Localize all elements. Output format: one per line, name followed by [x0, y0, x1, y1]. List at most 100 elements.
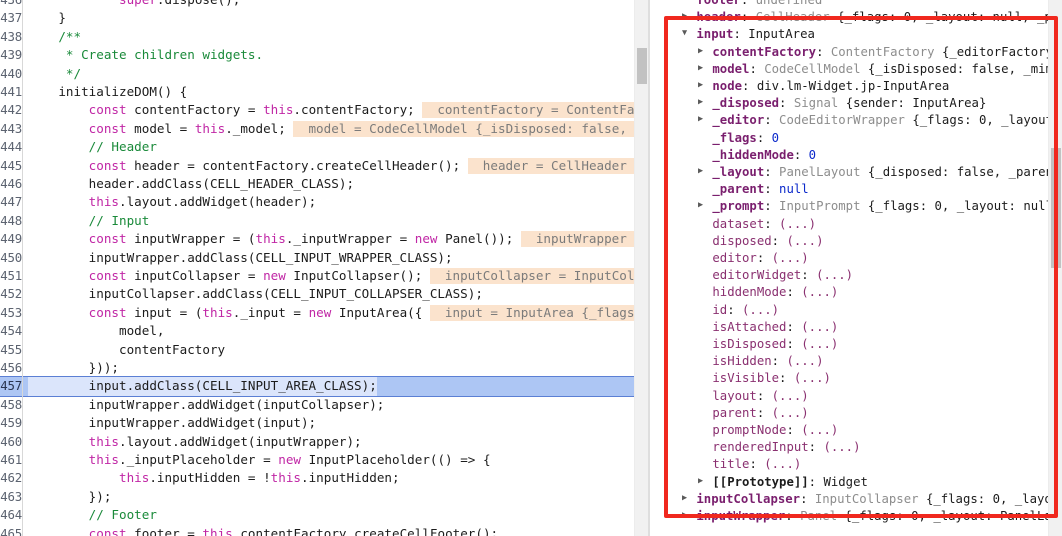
variables-scroll-area[interactable]: ▶ footer: undefined▶ header: CellHeader …	[650, 0, 1048, 536]
variable-row[interactable]: ▶ promptNode: (...)	[650, 422, 1048, 439]
variable-value[interactable]: (...)	[772, 389, 809, 403]
variable-value[interactable]: (...)	[786, 234, 823, 248]
variable-row[interactable]: ▶ header: CellHeader {_flags: 0, _layout…	[650, 9, 1048, 26]
code-line[interactable]: 447 this.layout.addWidget(header);	[0, 193, 648, 211]
variable-value[interactable]: (...)	[772, 406, 809, 420]
code-line[interactable]: 449 const inputWrapper = (this._inputWra…	[0, 230, 648, 248]
variable-row[interactable]: ▶ node: div.lm-Widget.jp-InputArea	[650, 78, 1048, 95]
variable-value[interactable]: (...)	[801, 423, 838, 437]
variable-value[interactable]: (...)	[801, 337, 838, 351]
code-line[interactable]: 456 }));	[0, 359, 648, 377]
variable-row[interactable]: ▶ renderedInput: (...)	[650, 439, 1048, 456]
code-line-current[interactable]: 457 input.addClass(CELL_INPUT_AREA_CLASS…	[0, 376, 648, 398]
variable-row[interactable]: ▶ contentFactory: ContentFactory {_edito…	[650, 44, 1048, 61]
code-line[interactable]: 442 const contentFactory = this.contentF…	[0, 101, 648, 119]
code-line[interactable]: 439 * Create children widgets.	[0, 46, 648, 64]
code-line[interactable]: 462 this.inputHidden = !this.inputHidden…	[0, 469, 648, 487]
variable-value[interactable]: (...)	[816, 268, 853, 282]
code-scroll-area[interactable]: 436 super.dispose();437 }438 /**439 * Cr…	[0, 0, 648, 536]
variable-row[interactable]: ▶ disposed: (...)	[650, 233, 1048, 250]
variable-value[interactable]: (...)	[794, 372, 831, 386]
code-line[interactable]: 465 const footer = this.contentFactory.c…	[0, 525, 648, 536]
chevron-right-icon[interactable]: ▶	[696, 473, 705, 490]
variable-row[interactable]: ▶ _disposed: Signal {sender: InputArea}	[650, 95, 1048, 112]
variable-row[interactable]: ▶ layout: (...)	[650, 388, 1048, 405]
chevron-right-icon[interactable]: ▶	[696, 43, 705, 60]
code-line[interactable]: 451 const inputCollapser = new InputColl…	[0, 267, 648, 285]
code-line[interactable]: 453 const input = (this._input = new Inp…	[0, 304, 648, 322]
variable-value[interactable]: (...)	[801, 286, 838, 300]
editor-vertical-scrollbar[interactable]	[634, 0, 648, 536]
code-editor-pane[interactable]: 436 super.dispose();437 }438 /**439 * Cr…	[0, 0, 648, 536]
code-line[interactable]: 438 /**	[0, 28, 648, 46]
code-line[interactable]: 443 const model = this._model; model = C…	[0, 120, 648, 138]
variable-row[interactable]: ▶ _layout: PanelLayout {_disposed: false…	[650, 164, 1048, 181]
variable-value[interactable]: (...)	[801, 320, 838, 334]
code-line[interactable]: 458 inputWrapper.addWidget(inputCollapse…	[0, 396, 648, 414]
code-line[interactable]: 444 // Header	[0, 138, 648, 156]
variable-row[interactable]: ▶ _parent: null	[650, 181, 1048, 198]
variable-value[interactable]: (...)	[764, 458, 801, 472]
variable-row[interactable]: ▶ _editor: CodeEditorWrapper {_flags: 0,…	[650, 112, 1048, 129]
code-line[interactable]: 437 }	[0, 9, 648, 27]
chevron-right-icon[interactable]: ▶	[680, 490, 689, 507]
code-line[interactable]: 450 inputWrapper.addClass(CELL_INPUT_WRA…	[0, 249, 648, 267]
chevron-right-icon[interactable]: ▶	[696, 197, 705, 214]
inline-value-hint[interactable]: contentFactory = ContentFactory {	[422, 102, 648, 119]
code-line[interactable]: 459 inputWrapper.addWidget(input);	[0, 414, 648, 432]
variable-row[interactable]: ▶ isAttached: (...)	[650, 319, 1048, 336]
code-line[interactable]: 445 const header = contentFactory.create…	[0, 157, 648, 175]
code-line[interactable]: 452 inputCollapser.addClass(CELL_INPUT_C…	[0, 285, 648, 303]
inline-value-hint[interactable]: inputCollapser = InputCollapser	[429, 268, 648, 284]
code-line[interactable]: 464 // Footer	[0, 506, 648, 524]
variable-row[interactable]: ▶ [[Prototype]]: Widget	[650, 474, 1048, 491]
variable-row[interactable]: ▶ footer: undefined	[650, 0, 1048, 9]
code-line[interactable]: 440 */	[0, 65, 648, 83]
chevron-right-icon[interactable]: ▶	[696, 77, 705, 94]
variable-value[interactable]: (...)	[786, 354, 823, 368]
variable-row[interactable]: ▶ inputWrapper: Panel {_flags: 0, _layou…	[650, 508, 1048, 525]
variable-row[interactable]: ▶ model: CodeCellModel {_isDisposed: fal…	[650, 61, 1048, 78]
variable-row[interactable]: ▶ inputCollapser: InputCollapser {_flags…	[650, 491, 1048, 508]
variable-value[interactable]: (...)	[823, 440, 860, 454]
chevron-right-icon[interactable]: ▶	[696, 94, 705, 111]
code-line[interactable]: 461 this._inputPlaceholder = new InputPl…	[0, 451, 648, 469]
variable-row[interactable]: ▶ editorWidget: (...)	[650, 267, 1048, 284]
code-line[interactable]: 441 initializeDOM() {	[0, 83, 648, 101]
variable-row[interactable]: ▶ _hiddenMode: 0	[650, 147, 1048, 164]
chevron-right-icon[interactable]: ▶	[680, 8, 689, 25]
chevron-right-icon[interactable]: ▶	[696, 111, 705, 128]
variable-row[interactable]: ▶ id: (...)	[650, 302, 1048, 319]
variable-row[interactable]: ▶ isDisposed: (...)	[650, 336, 1048, 353]
variables-vertical-scrollbar[interactable]	[1048, 0, 1062, 536]
inline-value-hint[interactable]: header = CellHeader {_flags	[467, 157, 648, 174]
variable-row[interactable]: ▶ parent: (...)	[650, 405, 1048, 422]
variable-row[interactable]: ▶ _prompt: InputPrompt {_flags: 0, _layo…	[650, 198, 1048, 215]
variable-row[interactable]: ▼ input: InputArea	[650, 26, 1048, 43]
code-line[interactable]: 446 header.addClass(CELL_HEADER_CLASS);	[0, 175, 648, 193]
chevron-right-icon[interactable]: ▶	[696, 163, 705, 180]
variables-scrollbar-thumb[interactable]	[1051, 148, 1061, 268]
code-line[interactable]: 454 model,	[0, 322, 648, 340]
code-line[interactable]: 436 super.dispose();	[0, 0, 648, 9]
code-line[interactable]: 460 this.layout.addWidget(inputWrapper);	[0, 433, 648, 451]
code-line[interactable]: 463 });	[0, 488, 648, 506]
variable-row[interactable]: ▶ dataset: (...)	[650, 216, 1048, 233]
variable-row[interactable]: ▶ isVisible: (...)	[650, 370, 1048, 387]
chevron-right-icon[interactable]: ▶	[696, 60, 705, 77]
chevron-right-icon[interactable]: ▶	[680, 507, 689, 524]
variable-value[interactable]: (...)	[772, 251, 809, 265]
code-line[interactable]: 448 // Input	[0, 212, 648, 230]
chevron-down-icon[interactable]: ▼	[680, 25, 689, 42]
editor-scrollbar-thumb[interactable]	[637, 48, 647, 84]
variable-row[interactable]: ▶ hiddenMode: (...)	[650, 284, 1048, 301]
variable-row[interactable]: ▶ title: (...)	[650, 456, 1048, 473]
inline-value-hint[interactable]: inputWrapper = Panel	[520, 231, 648, 248]
variable-row[interactable]: ▶ isHidden: (...)	[650, 353, 1048, 370]
variable-row[interactable]: ▶ _flags: 0	[650, 130, 1048, 147]
variables-panel[interactable]: ▶ footer: undefined▶ header: CellHeader …	[650, 0, 1062, 536]
variable-row[interactable]: ▶ editor: (...)	[650, 250, 1048, 267]
code-line[interactable]: 455 contentFactory	[0, 341, 648, 359]
variable-value[interactable]: (...)	[742, 303, 779, 317]
variable-value[interactable]: (...)	[779, 217, 816, 231]
